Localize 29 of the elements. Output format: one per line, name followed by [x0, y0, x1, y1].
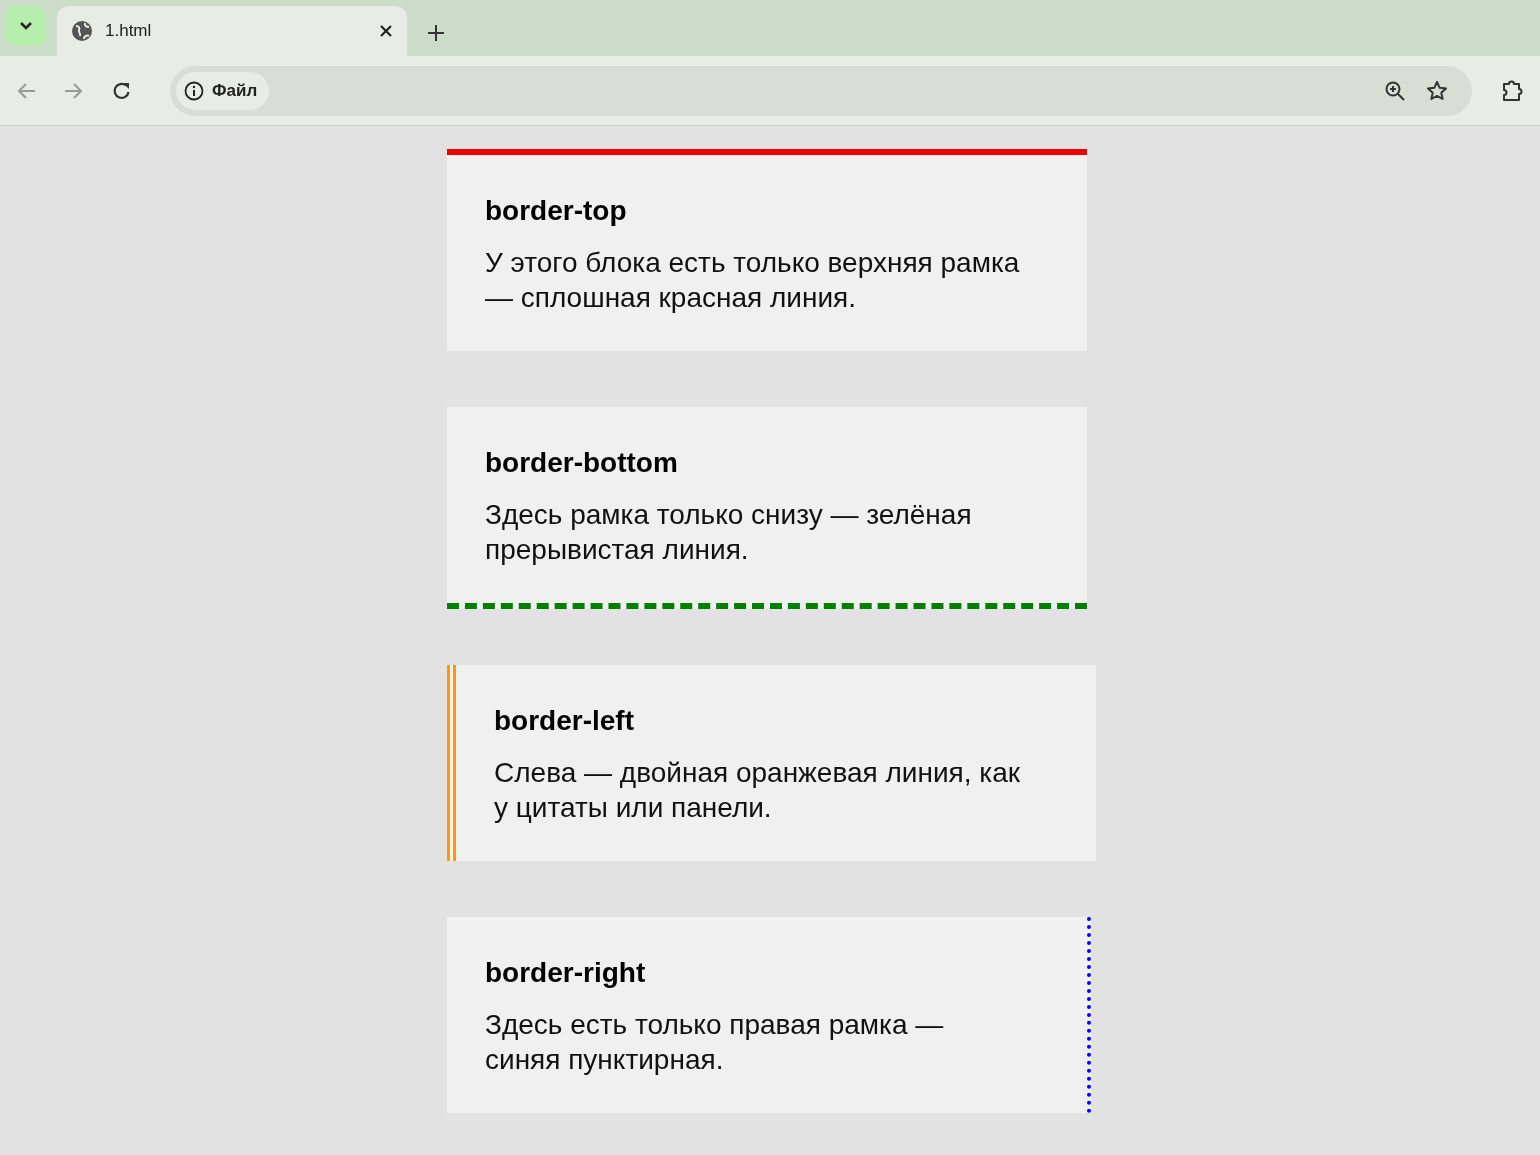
card-text: Слева — двойная оранжевая линия, как у цитаты или панели.: [494, 756, 1021, 825]
magnifier-plus-icon: [1384, 79, 1406, 102]
close-icon: [379, 24, 393, 38]
card-text: Здесь есть только правая рамка — синяя пунктирная.: [485, 1008, 945, 1077]
reload-icon: [112, 80, 132, 101]
star-icon: [1426, 79, 1448, 102]
zoom-button[interactable]: [1384, 79, 1406, 102]
tab-title: 1.html: [105, 21, 153, 41]
card-title: border-right: [485, 957, 647, 989]
card-text: У этого блока есть только верхняя рамка — сплошная красная линия.: [485, 246, 1021, 315]
card-title: border-top: [485, 195, 628, 227]
browser-tab[interactable]: 1.html: [57, 6, 407, 56]
card-title: border-bottom: [485, 447, 679, 479]
new-tab-button[interactable]: [427, 24, 445, 42]
card-title: border-left: [494, 705, 635, 737]
card-text: Здесь рамка только снизу — зелёная прерывистая линия.: [485, 498, 973, 567]
chevron-down-icon: [19, 21, 33, 31]
globe-icon: [71, 20, 93, 42]
close-tab-button[interactable]: [379, 24, 393, 38]
back-arrow-icon: [16, 81, 36, 100]
plus-icon: [427, 24, 445, 42]
site-info-chip[interactable]: Файл: [176, 71, 270, 110]
info-icon: [184, 80, 204, 101]
extensions-button[interactable]: [1500, 78, 1524, 103]
bookmark-button[interactable]: [1426, 79, 1448, 102]
reload-button[interactable]: [112, 80, 132, 101]
forward-arrow-icon: [64, 81, 84, 100]
puzzle-piece-icon: [1500, 78, 1524, 103]
address-bar[interactable]: Файл: [170, 65, 1472, 116]
